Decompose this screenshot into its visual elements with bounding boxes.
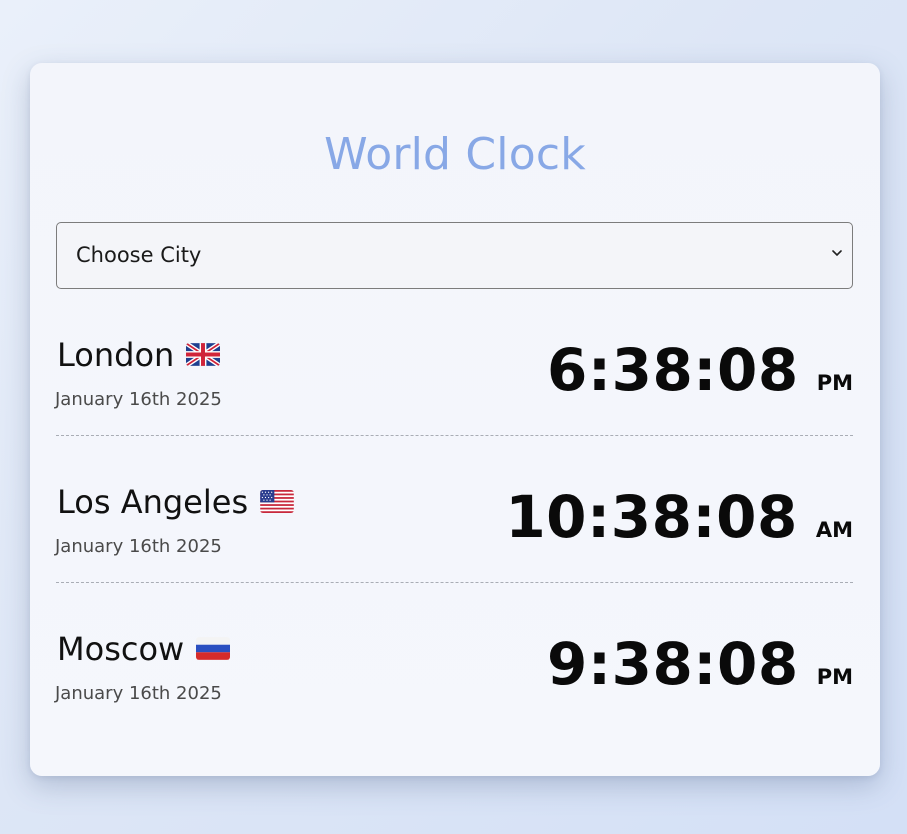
clock-row-london: London January 16th 2025 6:38:08 PM xyxy=(55,325,853,445)
russia-flag-icon xyxy=(196,636,231,660)
clock-time-display: 9:38:08 PM xyxy=(547,629,853,712)
clock-date: January 16th 2025 xyxy=(55,683,222,704)
city-select-value: Choose City xyxy=(76,243,202,267)
city-select[interactable]: Choose City xyxy=(56,222,853,289)
clock-period: AM xyxy=(815,518,853,542)
clock-time: 9:38:08 xyxy=(547,630,799,698)
city-name: Los Angeles xyxy=(57,483,249,521)
clock-date: January 16th 2025 xyxy=(55,536,222,557)
us-flag-icon xyxy=(260,489,294,513)
clock-time: 6:38:08 xyxy=(547,336,799,404)
clock-row-los-angeles: Los Angeles January 16th 2025 10:38:08 A… xyxy=(55,472,853,592)
chevron-down-icon xyxy=(832,250,842,256)
clock-time-display: 6:38:08 PM xyxy=(547,335,853,418)
uk-flag-icon xyxy=(186,342,221,366)
city-name: Moscow xyxy=(57,630,185,668)
clock-period: PM xyxy=(816,371,853,395)
clock-time-display: 10:38:08 AM xyxy=(505,482,853,565)
world-clock-card: World Clock Choose City London January 1… xyxy=(30,63,880,776)
row-divider xyxy=(56,582,853,583)
city-name: London xyxy=(57,336,175,374)
page-title: World Clock xyxy=(324,129,586,180)
clock-row-moscow: Moscow January 16th 2025 9:38:08 PM xyxy=(55,619,853,739)
clock-time: 10:38:08 xyxy=(505,483,798,551)
clock-period: PM xyxy=(816,665,853,689)
row-divider xyxy=(56,435,853,436)
clock-date: January 16th 2025 xyxy=(55,389,222,410)
